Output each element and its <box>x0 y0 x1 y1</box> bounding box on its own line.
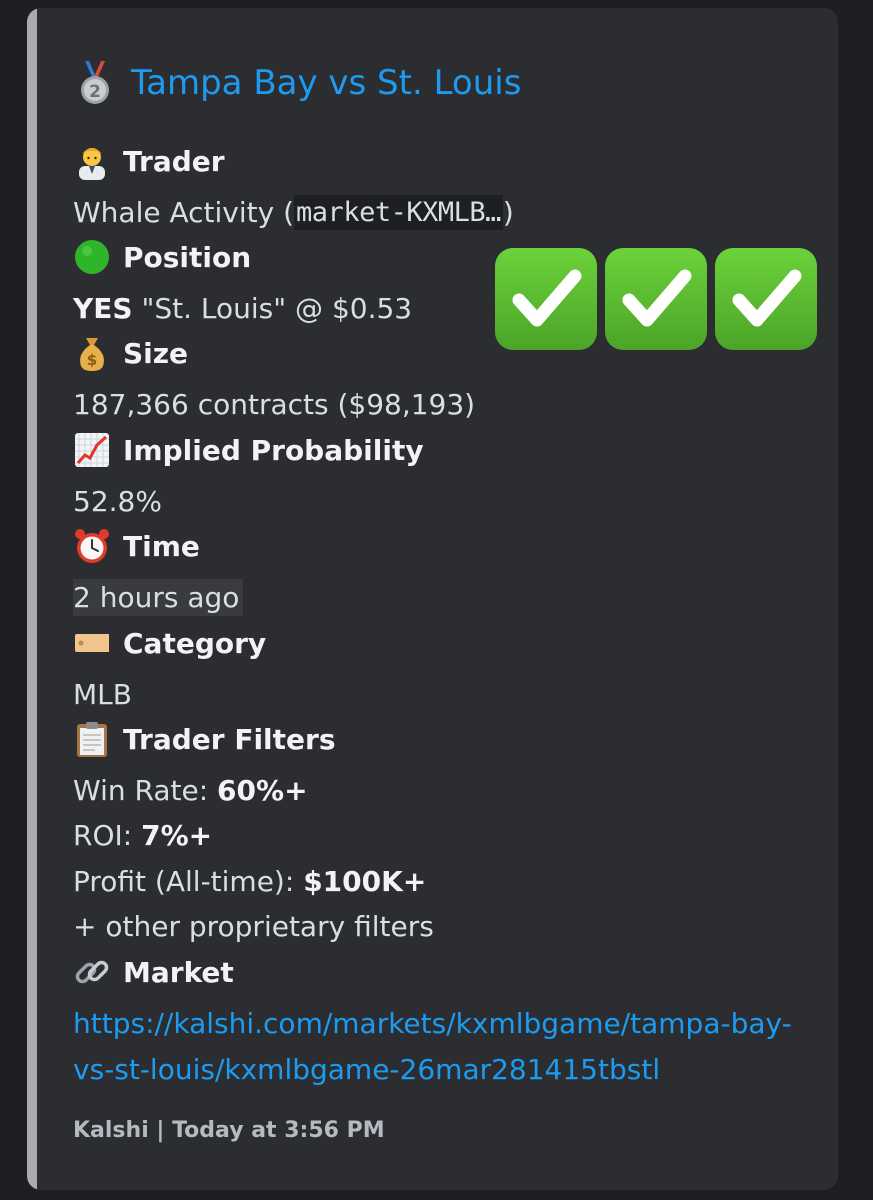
field-label: Time <box>123 529 200 563</box>
filter-roi: ROI: 7%+ <box>73 813 212 857</box>
profit-label: Profit (All-time): <box>73 864 304 898</box>
embed-footer: Kalshi | Today at 3:56 PM <box>73 1118 385 1143</box>
profit-value: $100K+ <box>303 864 427 898</box>
field-time-name: Time <box>73 524 200 568</box>
timestamp[interactable]: 2 hours ago <box>73 578 244 616</box>
field-position-value: YES "St. Louis" @ $0.53 <box>73 286 412 330</box>
svg-text:2: 2 <box>89 82 101 102</box>
chart-increasing-icon <box>75 433 109 467</box>
embed-accent-bar <box>27 8 37 1190</box>
filter-win-rate: Win Rate: 60%+ <box>73 768 308 812</box>
roi-label: ROI: <box>73 818 142 852</box>
filter-profit: Profit (All-time): $100K+ <box>73 859 426 903</box>
filter-other: + other proprietary filters <box>73 909 434 943</box>
field-label: Implied Probability <box>123 433 424 467</box>
office-worker-icon <box>79 148 105 180</box>
field-category-name: Category <box>73 621 266 665</box>
field-category-value: MLB <box>73 677 132 711</box>
embed-card: 2 Tampa Bay vs St. Louis Trader Whale Ac… <box>27 8 838 1190</box>
green-circle-icon <box>75 240 109 274</box>
title-link[interactable]: Tampa Bay vs St. Louis <box>131 63 521 103</box>
label-tag-icon <box>75 634 109 652</box>
check-mark-button-icon <box>605 248 707 350</box>
field-size-value: 187,366 contracts ($98,193) <box>73 387 476 421</box>
field-label: Size <box>123 336 189 370</box>
field-label: Market <box>123 955 234 989</box>
field-probability-name: Implied Probability <box>73 428 424 472</box>
money-bag-icon: $ <box>80 338 104 371</box>
clipboard-icon <box>77 722 107 757</box>
market-link[interactable]: https://kalshi.com/markets/kxmlbgame/tam… <box>73 1001 793 1093</box>
link-icon <box>75 960 109 984</box>
roi-value: 7%+ <box>141 818 213 852</box>
second-place-medal-icon: 2 <box>81 61 109 104</box>
field-label: Trader Filters <box>123 722 336 756</box>
trader-prefix: Whale Activity ( <box>73 195 295 229</box>
field-label: Position <box>123 240 252 274</box>
trader-suffix: ) <box>502 195 514 229</box>
embed-title[interactable]: 2 Tampa Bay vs St. Louis <box>73 58 521 108</box>
field-time-value: 2 hours ago <box>73 575 244 619</box>
checkmark-row <box>495 248 817 350</box>
field-market-name: Market <box>73 950 234 994</box>
alarm-clock-icon <box>75 529 109 563</box>
check-mark-button-icon <box>715 248 817 350</box>
field-position-name: Position <box>73 235 251 279</box>
position-detail: "St. Louis" @ $0.53 <box>132 291 413 325</box>
field-label: Trader <box>123 144 225 178</box>
field-trader-name: Trader <box>73 139 225 183</box>
position-side: YES <box>73 291 133 325</box>
svg-text:$: $ <box>87 351 97 369</box>
win-rate-label: Win Rate: <box>73 773 218 807</box>
field-filters-name: Trader Filters <box>73 717 336 761</box>
field-size-name: $ Size <box>73 331 188 375</box>
field-probability-value: 52.8% <box>73 484 162 518</box>
field-trader-value: Whale Activity (market-KXMLB…) <box>73 190 514 234</box>
trader-market-code: market-KXMLB… <box>294 194 503 230</box>
win-rate-value: 60%+ <box>217 773 308 807</box>
check-mark-button-icon <box>495 248 597 350</box>
field-label: Category <box>123 626 267 660</box>
